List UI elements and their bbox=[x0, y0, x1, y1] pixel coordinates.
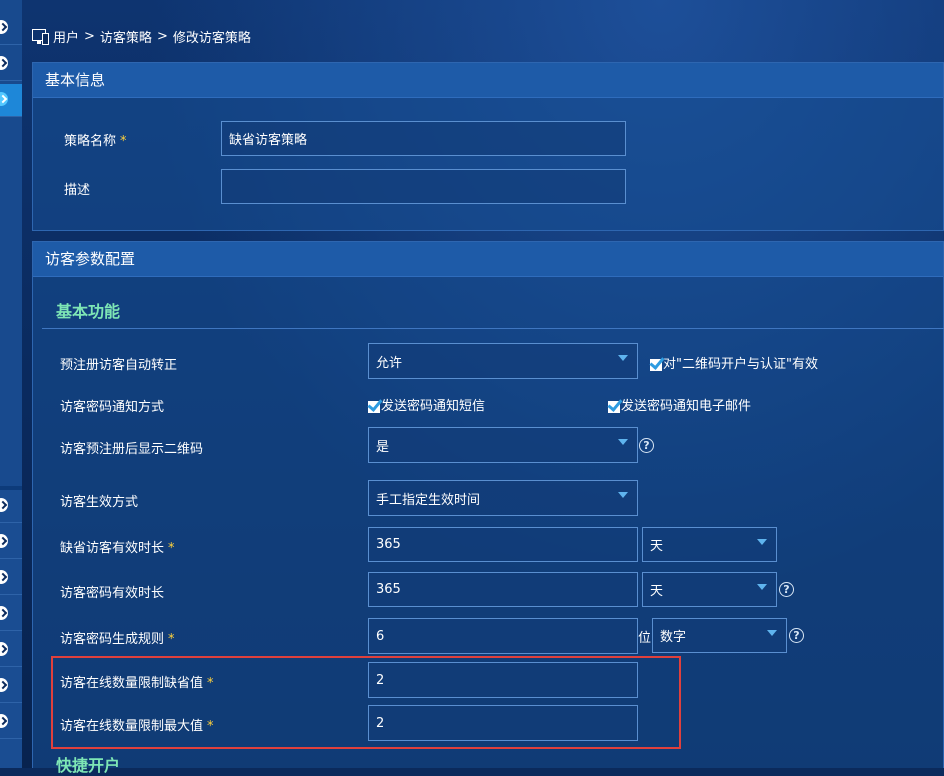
left-sidebar-top bbox=[0, 0, 22, 486]
chevron-right-icon bbox=[0, 20, 8, 34]
notify-sms-option[interactable]: 发送密码通知短信 bbox=[368, 395, 485, 414]
pwd-rule-type-select[interactable]: 数字 bbox=[652, 618, 787, 653]
auto-convert-label: 预注册访客自动转正 bbox=[60, 358, 178, 373]
dropdown-arrow-icon bbox=[757, 584, 767, 590]
online-max-label: 访客在线数量限制最大值 * bbox=[60, 719, 214, 734]
help-icon[interactable]: ? bbox=[789, 628, 804, 643]
chevron-right-icon bbox=[0, 498, 8, 512]
pwd-rule-label: 访客密码生成规则 * bbox=[60, 632, 175, 647]
qr-open-option[interactable]: 对"二维码开户与认证"有效 bbox=[650, 353, 818, 372]
pwd-duration-label: 访客密码有效时长 bbox=[60, 586, 165, 601]
pwd-duration-unit-select[interactable]: 天 bbox=[642, 572, 777, 607]
sidebar-nav-item-7[interactable] bbox=[0, 598, 22, 631]
chevron-right-icon bbox=[0, 534, 8, 548]
dropdown-arrow-icon bbox=[618, 355, 628, 361]
default-duration-unit: 天 bbox=[650, 539, 664, 554]
default-duration-unit-select[interactable]: 天 bbox=[642, 527, 777, 562]
notify-method-label: 访客密码通知方式 bbox=[60, 400, 165, 415]
qr-open-label: 对"二维码开户与认证"有效 bbox=[663, 357, 818, 372]
online-max-input[interactable]: 2 bbox=[368, 705, 638, 741]
show-qr-select[interactable]: 是 bbox=[368, 427, 638, 463]
pwd-rule-type: 数字 bbox=[660, 630, 687, 645]
dropdown-arrow-icon bbox=[618, 439, 628, 445]
checkbox-checked-icon[interactable] bbox=[608, 400, 620, 413]
left-sidebar-bottom bbox=[0, 490, 22, 768]
visitor-config-title: 访客参数配置 bbox=[33, 242, 943, 277]
online-default-label: 访客在线数量限制缺省值 * bbox=[60, 676, 214, 691]
sidebar-nav-item-6[interactable] bbox=[0, 562, 22, 595]
breadcrumb-separator: > bbox=[84, 28, 95, 44]
section-divider bbox=[42, 328, 944, 329]
sidebar-nav-item-1[interactable] bbox=[0, 12, 22, 45]
pwd-duration-unit: 天 bbox=[650, 584, 664, 599]
pwd-duration-input[interactable]: 365 bbox=[368, 572, 638, 607]
sidebar-nav-item-5[interactable] bbox=[0, 526, 22, 559]
breadcrumb-item-visitor-policy[interactable]: 访客策略 bbox=[100, 27, 152, 46]
help-icon[interactable]: ? bbox=[779, 582, 794, 597]
effect-mode-label: 访客生效方式 bbox=[60, 495, 139, 510]
computer-icon bbox=[32, 28, 49, 45]
section-title-basic: 基本功能 bbox=[56, 302, 121, 321]
chevron-right-icon bbox=[0, 714, 8, 728]
effect-mode-select[interactable]: 手工指定生效时间 bbox=[368, 480, 638, 516]
policy-name-input[interactable]: 缺省访客策略 bbox=[221, 121, 626, 156]
basic-info-title: 基本信息 bbox=[33, 63, 943, 98]
show-qr-label: 访客预注册后显示二维码 bbox=[60, 442, 204, 457]
description-input[interactable] bbox=[221, 169, 626, 204]
pwd-rule-length-input[interactable]: 6 bbox=[368, 618, 638, 654]
auto-convert-select[interactable]: 允许 bbox=[368, 343, 638, 379]
sidebar-nav-item-10[interactable] bbox=[0, 706, 22, 739]
chevron-right-icon bbox=[0, 678, 8, 692]
show-qr-value: 是 bbox=[376, 439, 390, 455]
chevron-right-icon bbox=[0, 642, 8, 656]
sidebar-nav-item-active[interactable] bbox=[0, 84, 22, 117]
section-title-quick: 快捷开户 bbox=[56, 756, 121, 775]
chevron-right-icon bbox=[0, 606, 8, 620]
notify-sms-label: 发送密码通知短信 bbox=[381, 399, 486, 414]
breadcrumb-separator: > bbox=[156, 28, 168, 44]
notify-email-label: 发送密码通知电子邮件 bbox=[621, 399, 752, 414]
breadcrumb-item-edit-policy: 修改访客策略 bbox=[172, 30, 251, 46]
chevron-right-icon bbox=[0, 570, 8, 584]
sidebar-nav-item-9[interactable] bbox=[0, 670, 22, 703]
dropdown-arrow-icon bbox=[757, 539, 767, 545]
description-label: 描述 bbox=[64, 183, 91, 198]
default-duration-input[interactable]: 365 bbox=[368, 527, 638, 562]
chevron-right-icon bbox=[0, 56, 8, 70]
breadcrumb-item-users[interactable]: 用户 bbox=[53, 27, 79, 46]
sidebar-nav-item-8[interactable] bbox=[0, 634, 22, 667]
policy-name-label: 策略名称 * bbox=[64, 134, 127, 149]
auto-convert-value: 允许 bbox=[376, 355, 403, 371]
dropdown-arrow-icon bbox=[767, 630, 777, 636]
pwd-rule-suffix: 位 bbox=[638, 631, 652, 646]
notify-email-option[interactable]: 发送密码通知电子邮件 bbox=[608, 395, 751, 414]
checkbox-checked-icon[interactable] bbox=[368, 400, 380, 413]
checkbox-checked-icon[interactable] bbox=[650, 358, 662, 371]
breadcrumb: 用户 > 访客策略 > 修改访客策略 bbox=[32, 26, 251, 46]
online-default-input[interactable]: 2 bbox=[368, 662, 638, 698]
help-icon[interactable]: ? bbox=[639, 438, 654, 453]
default-duration-label: 缺省访客有效时长 * bbox=[60, 541, 175, 556]
dropdown-arrow-icon bbox=[618, 492, 628, 498]
sidebar-nav-item-2[interactable] bbox=[0, 48, 22, 81]
effect-mode-value: 手工指定生效时间 bbox=[376, 492, 481, 508]
sidebar-nav-item-4[interactable] bbox=[0, 490, 22, 523]
chevron-right-icon bbox=[0, 92, 8, 106]
